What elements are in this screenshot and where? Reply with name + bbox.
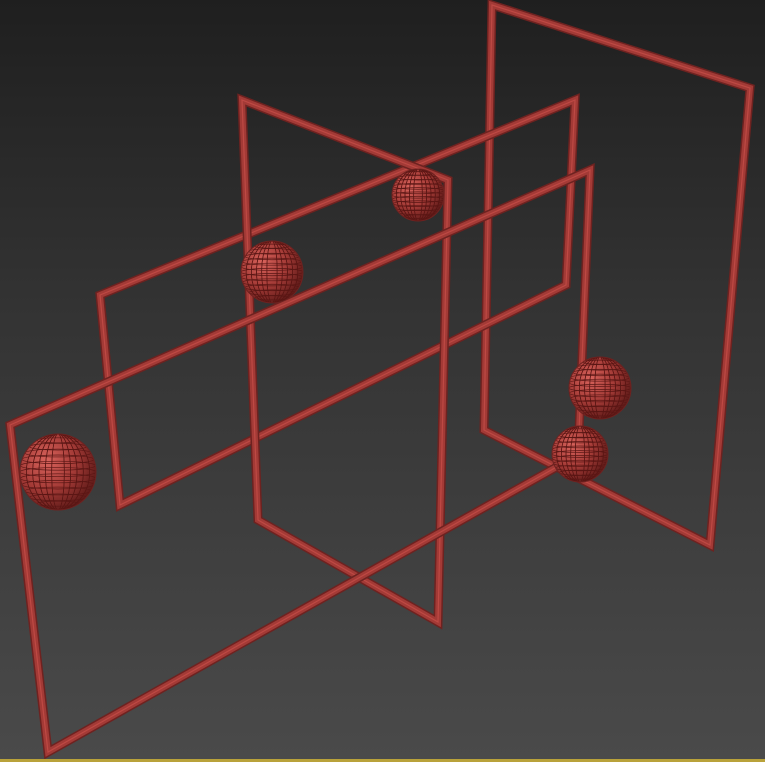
sphere-top-center[interactable] <box>391 168 445 222</box>
sphere-left[interactable] <box>19 433 97 511</box>
frames-layer <box>5 0 755 760</box>
scene-canvas[interactable] <box>0 0 765 762</box>
frame-front-left[interactable] <box>5 162 595 760</box>
sphere-right-lower[interactable] <box>551 425 609 483</box>
perspective-viewport[interactable] <box>0 0 765 762</box>
sphere-upper-middle[interactable] <box>240 240 304 304</box>
sphere-right-upper[interactable] <box>568 356 632 420</box>
frame-back-right[interactable] <box>479 0 755 553</box>
